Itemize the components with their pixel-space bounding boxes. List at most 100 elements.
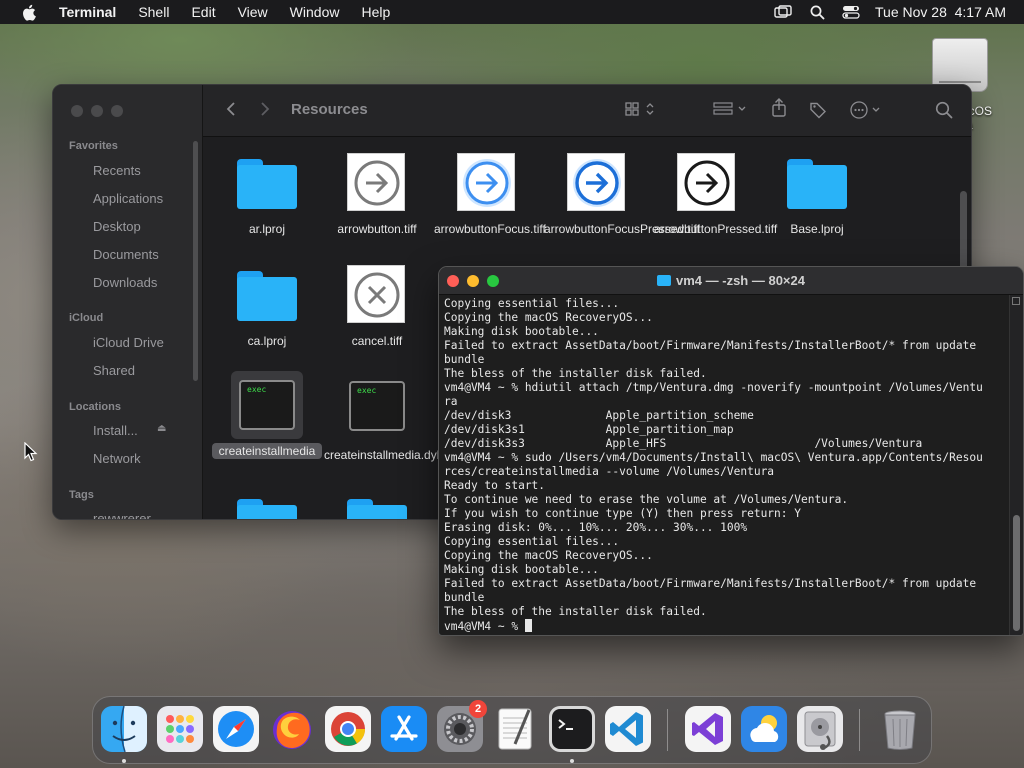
- arrow-button-pressed-image-icon: [677, 153, 735, 211]
- sidebar-header-icloud: iCloud: [69, 312, 104, 324]
- finder-minimize-button[interactable]: [91, 105, 103, 117]
- menu-help[interactable]: Help: [350, 0, 401, 24]
- finder-toolbar: Resources: [203, 85, 971, 137]
- finder-zoom-button[interactable]: [111, 105, 123, 117]
- file-item[interactable]: [322, 493, 432, 519]
- sidebar-scrollbar[interactable]: [193, 141, 198, 381]
- sidebar-header-favorites: Favorites: [69, 140, 118, 152]
- terminal-prompt-line[interactable]: vm4@VM4 ~ %: [444, 619, 1010, 633]
- file-name: arrowbuttonPressed.tiff: [654, 222, 778, 236]
- menu-edit[interactable]: Edit: [180, 0, 226, 24]
- notification-badge: 2: [469, 700, 487, 718]
- terminal-prompt: vm4@VM4 ~ %: [444, 620, 525, 633]
- back-chevron-icon[interactable]: [225, 101, 237, 122]
- apple-menu-icon[interactable]: [18, 2, 38, 22]
- running-indicator: [570, 759, 574, 763]
- more-actions-icon[interactable]: [849, 101, 885, 124]
- cancel-image-icon: [347, 265, 405, 323]
- dock-textedit-icon[interactable]: [493, 706, 539, 752]
- file-item-selected[interactable]: exec createinstallmedia: [212, 371, 322, 459]
- screen-mirroring-icon[interactable]: [773, 4, 793, 20]
- terminal-line: Making disk bootable...: [444, 325, 599, 338]
- menu-app-name[interactable]: Terminal: [48, 0, 127, 24]
- terminal-zoom-button[interactable]: [487, 275, 499, 287]
- view-mode-grid-icon[interactable]: [625, 101, 661, 122]
- dock-weather-icon[interactable]: [741, 706, 787, 752]
- arrow-button-focus-image-icon: [457, 153, 515, 211]
- dock-chrome-icon[interactable]: [325, 706, 371, 752]
- forward-chevron-icon[interactable]: [259, 101, 271, 122]
- file-item[interactable]: cancel.tiff: [322, 265, 432, 349]
- sidebar-header-tags: Tags: [69, 489, 94, 501]
- file-item[interactable]: ca.lproj: [212, 265, 322, 349]
- eject-icon[interactable]: ⏏: [157, 423, 166, 434]
- menu-view[interactable]: View: [227, 0, 279, 24]
- folder-icon: [347, 499, 407, 519]
- terminal-line: ra: [444, 395, 458, 408]
- split-pane-icon[interactable]: [1012, 297, 1020, 305]
- dock-vscode-icon[interactable]: [605, 706, 651, 752]
- terminal-line: Copying essential files...: [444, 297, 620, 310]
- dock-firefox-icon[interactable]: [269, 706, 315, 752]
- dock-launchpad-icon[interactable]: [157, 706, 203, 752]
- arrow-button-focus-pressed-image-icon: [567, 153, 625, 211]
- spotlight-search-icon[interactable]: [807, 4, 827, 20]
- sidebar-item-documents[interactable]: Documents: [93, 247, 159, 262]
- dock-app-store-icon[interactable]: [381, 706, 427, 752]
- file-item[interactable]: arrowbuttonPressed.tiff: [652, 153, 778, 237]
- terminal-line: Erasing disk: 0%... 10%... 20%... 30%...…: [444, 521, 748, 534]
- terminal-minimize-button[interactable]: [467, 275, 479, 287]
- sidebar-item-tag[interactable]: rewwrerer: [93, 511, 151, 519]
- dock-finder-icon[interactable]: [101, 705, 147, 753]
- file-name: createinstallmedia.dylib: [324, 448, 449, 462]
- file-item[interactable]: ar.lproj: [212, 153, 322, 237]
- file-item[interactable]: [212, 493, 322, 519]
- file-name: cancel.tiff: [351, 334, 403, 348]
- menu-bar: Terminal Shell Edit View Window Help Tue…: [0, 0, 1024, 24]
- file-item[interactable]: arrowbuttonFocus.tiff: [432, 153, 546, 237]
- terminal-title-bar[interactable]: vm4 — -zsh — 80×24: [439, 267, 1023, 295]
- menu-shell[interactable]: Shell: [127, 0, 180, 24]
- terminal-line: Copying the macOS RecoveryOS...: [444, 311, 653, 324]
- finder-close-button[interactable]: [71, 105, 83, 117]
- terminal-window[interactable]: vm4 — -zsh — 80×24 Copying essential fil…: [438, 266, 1024, 636]
- sidebar-item-downloads[interactable]: Downloads: [93, 275, 157, 290]
- mouse-pointer-icon: [24, 441, 38, 462]
- terminal-window-title: vm4 — -zsh — 80×24: [676, 273, 805, 288]
- sidebar-item-recents[interactable]: Recents: [93, 163, 141, 178]
- terminal-output[interactable]: Copying essential files... Copying the ma…: [444, 297, 1010, 633]
- share-icon[interactable]: [771, 98, 787, 123]
- control-center-icon[interactable]: [841, 4, 861, 20]
- terminal-line: Ready to start.: [444, 479, 546, 492]
- sidebar-item-network[interactable]: Network: [93, 451, 141, 466]
- file-item[interactable]: exec createinstallmedia.dylib: [322, 377, 449, 463]
- unix-executable-icon: exec: [239, 380, 295, 430]
- dock-terminal-icon[interactable]: [549, 706, 595, 752]
- sidebar-item-install-volume[interactable]: Install...: [93, 423, 138, 438]
- terminal-close-button[interactable]: [447, 275, 459, 287]
- text-cursor: [524, 619, 532, 632]
- file-item[interactable]: arrowbutton.tiff: [322, 153, 432, 237]
- tag-icon[interactable]: [809, 101, 827, 124]
- dock-trash-icon[interactable]: [877, 706, 923, 752]
- sidebar-item-desktop[interactable]: Desktop: [93, 219, 141, 234]
- sidebar-item-shared[interactable]: Shared: [93, 363, 135, 378]
- dock: 2: [92, 696, 932, 764]
- menubar-clock[interactable]: Tue Nov 28 4:17 AM: [875, 4, 1006, 20]
- terminal-line: bundle: [444, 353, 485, 366]
- search-icon[interactable]: [935, 101, 953, 124]
- group-by-icon[interactable]: [713, 101, 749, 122]
- file-item[interactable]: Base.lproj: [762, 153, 872, 237]
- arrow-button-image-icon: [347, 153, 405, 211]
- dock-disk-utility-icon[interactable]: [797, 706, 843, 752]
- dock-visual-studio-icon[interactable]: [685, 706, 731, 752]
- sidebar-item-icloud-drive[interactable]: iCloud Drive: [93, 335, 164, 350]
- terminal-line: Failed to extract AssetData/boot/Firmwar…: [444, 577, 977, 590]
- sidebar-item-applications[interactable]: Applications: [93, 191, 163, 206]
- dock-safari-icon[interactable]: [213, 706, 259, 752]
- unix-executable-icon: exec: [349, 381, 405, 431]
- file-item[interactable]: arrowbuttonFocusPressed.tiff: [542, 153, 700, 237]
- terminal-line: Copying essential files...: [444, 535, 620, 548]
- terminal-scrollbar-thumb[interactable]: [1013, 515, 1020, 631]
- menu-window[interactable]: Window: [279, 0, 351, 24]
